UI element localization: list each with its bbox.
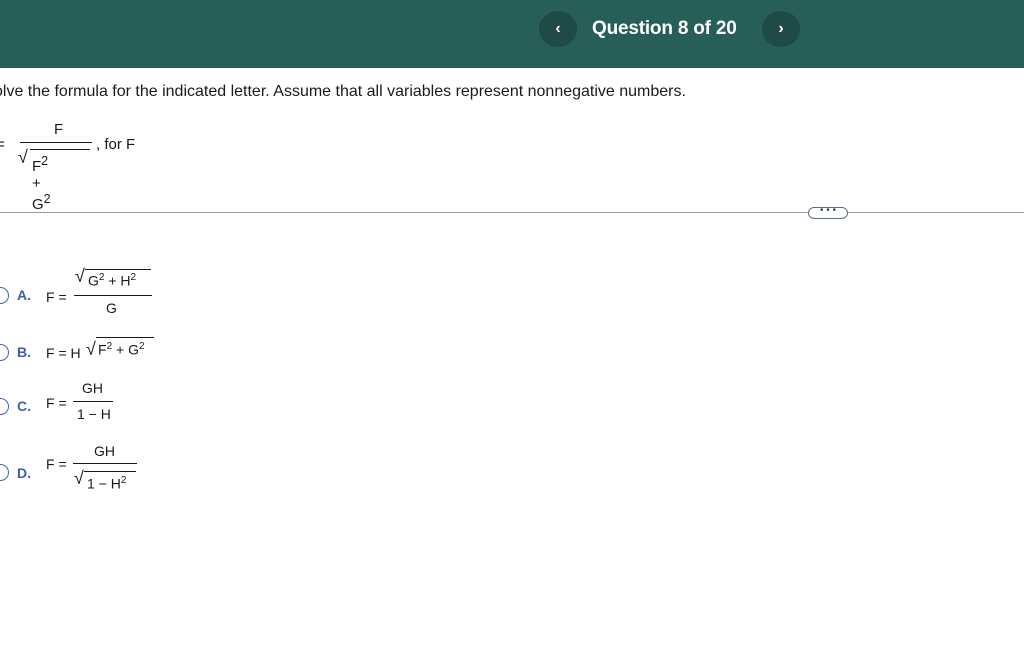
previous-question-button[interactable]: ‹ (539, 11, 577, 47)
option-lhs: F = (46, 289, 67, 305)
more-options-button[interactable]: • • • (808, 206, 848, 219)
radio-button[interactable] (0, 287, 9, 304)
answer-option-d[interactable]: D. F = GH √ 1 − H2 (0, 440, 200, 492)
question-counter: Question 8 of 20 (592, 18, 737, 39)
formula-lhs: = (0, 136, 5, 153)
answer-option-a[interactable]: A. F = √ G2 + H2 G (0, 266, 200, 316)
chevron-left-icon: ‹ (555, 20, 561, 37)
answer-option-b[interactable]: B. F = H √ F2 + G2 (0, 337, 200, 380)
next-question-button[interactable]: › (762, 11, 800, 47)
answer-option-c[interactable]: C. F = GH 1 − H (0, 378, 200, 422)
header-bar: ‹ Question 8 of 20 › (0, 0, 1024, 68)
formula-den-base: F (32, 158, 42, 175)
option-lhs: F = (46, 456, 67, 472)
radio-button[interactable] (0, 398, 9, 415)
radio-button[interactable] (0, 464, 9, 481)
chevron-right-icon: › (778, 20, 784, 37)
formula-den-plus: + G (32, 175, 44, 213)
option-letter: B. (17, 344, 31, 360)
option-letter: D. (17, 465, 31, 481)
section-divider (0, 212, 1024, 213)
radio-button[interactable] (0, 344, 9, 361)
option-letter: A. (17, 287, 31, 303)
formula-numerator: F (54, 121, 64, 138)
formula-suffix: , for F (96, 136, 136, 153)
option-lhs: F = H (46, 345, 81, 361)
question-instruction: olve the formula for the indicated lette… (0, 83, 686, 100)
option-lhs: F = (46, 395, 67, 411)
option-letter: C. (17, 398, 31, 414)
